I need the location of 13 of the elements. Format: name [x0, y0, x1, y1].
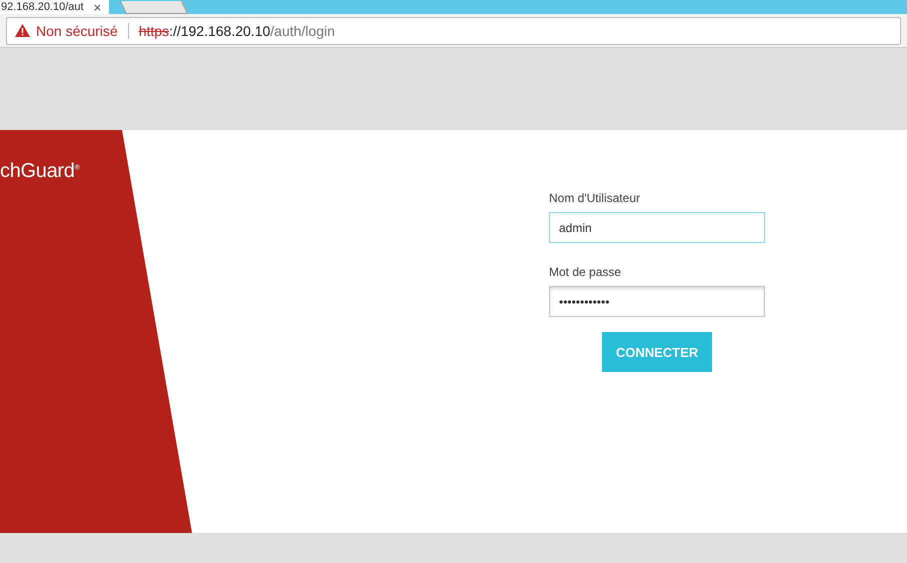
- warning-icon: [15, 24, 30, 37]
- close-icon[interactable]: ×: [94, 0, 102, 14]
- security-label: Non sécurisé: [36, 22, 118, 38]
- input-field[interactable]: admin: [549, 212, 765, 243]
- input-field[interactable]: ••••••••••••: [549, 286, 765, 317]
- browser-tab[interactable]: 92.168.20.10/aut ×: [0, 0, 110, 14]
- field-label: Nom d'Utilisateur: [549, 191, 641, 205]
- url-text: https://192.168.20.10/auth/login: [138, 22, 335, 38]
- field-label: Mot de passe: [549, 265, 622, 279]
- new-tab-button[interactable]: [120, 1, 188, 14]
- tab-title: 92.168.20.10/aut: [1, 1, 84, 13]
- address-bar[interactable]: Non sécurisé https://192.168.20.10/auth/login: [6, 16, 901, 44]
- brand-logo: chGuard$^{®}$: [0, 160, 80, 183]
